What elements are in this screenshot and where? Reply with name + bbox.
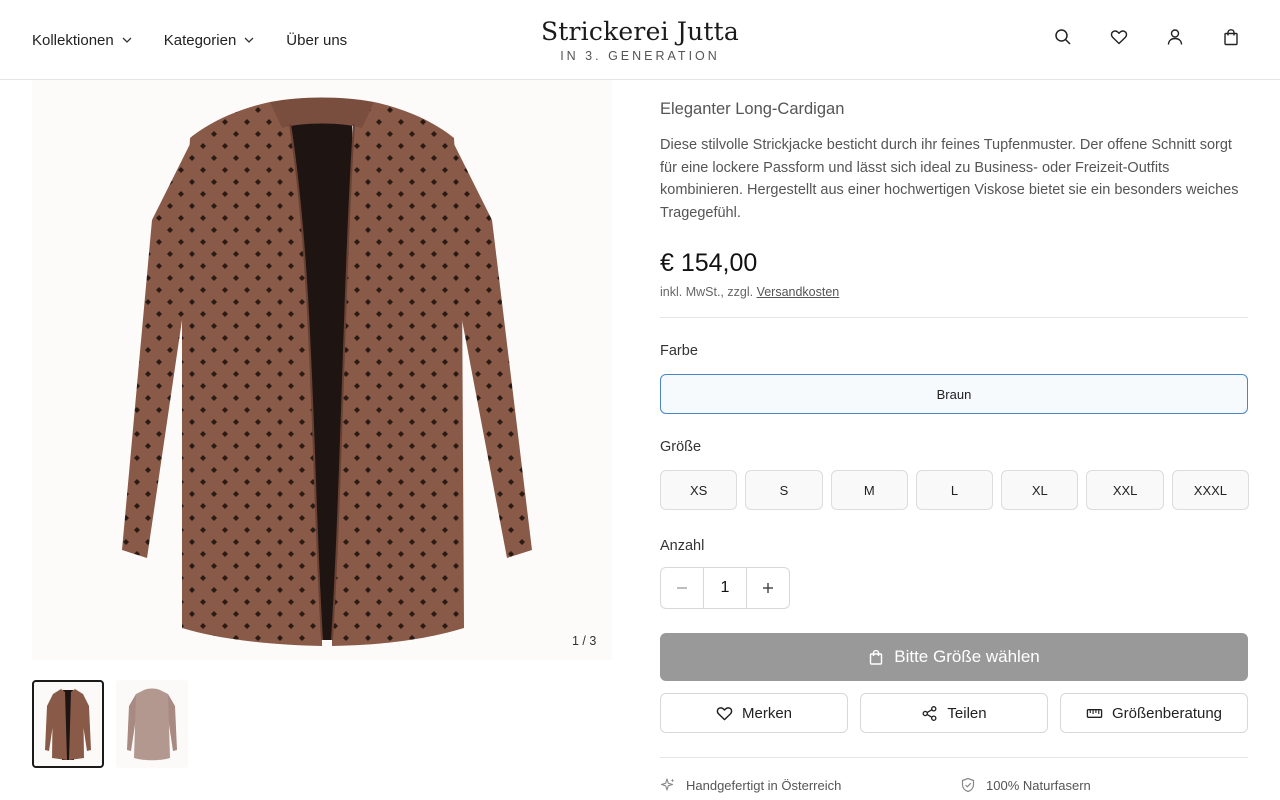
site-header: Kollektionen Kategorien Über uns Stricke… bbox=[0, 0, 1280, 80]
tax-note: inkl. MwSt., zzgl. Versandkosten bbox=[660, 285, 839, 299]
thumbnail-back[interactable] bbox=[116, 680, 188, 768]
chevron-down-icon bbox=[122, 37, 132, 43]
quantity-value[interactable]: 1 bbox=[703, 568, 747, 608]
ruler-icon bbox=[1086, 708, 1103, 718]
cardigan-back-thumbnail bbox=[127, 688, 177, 761]
divider bbox=[660, 317, 1248, 318]
feature-list: Handgefertigt in Österreich 100% Naturfa… bbox=[660, 777, 1091, 793]
cardigan-front-thumbnail bbox=[45, 689, 91, 760]
minus-icon bbox=[677, 587, 687, 589]
product-main-image[interactable] bbox=[32, 80, 612, 660]
logo-title: Strickerei Jutta bbox=[540, 17, 740, 46]
cta-label: Bitte Größe wählen bbox=[894, 647, 1040, 666]
size-option-xxl[interactable]: XXL bbox=[1086, 470, 1164, 510]
size-advice-button[interactable]: Größenberatung bbox=[1060, 693, 1248, 733]
size-advice-label: Größenberatung bbox=[1111, 704, 1223, 722]
bag-icon[interactable] bbox=[1222, 28, 1240, 46]
nav-label: Kategorien bbox=[163, 31, 237, 49]
size-option-m[interactable]: M bbox=[830, 470, 908, 510]
product-price: € 154,00 bbox=[660, 249, 758, 277]
size-label: Größe bbox=[660, 439, 702, 455]
product-subtitle: Eleganter Long-Cardigan bbox=[660, 100, 845, 118]
site-logo[interactable]: Strickerei Jutta IN 3. GENERATION bbox=[540, 18, 740, 64]
size-option-s[interactable]: S bbox=[745, 470, 823, 510]
gallery-counter: 1 / 3 bbox=[572, 634, 597, 648]
tax-prefix: inkl. MwSt., zzgl. bbox=[660, 285, 754, 299]
shipping-link[interactable]: Versandkosten bbox=[757, 285, 840, 299]
shield-check-icon bbox=[961, 777, 975, 793]
decrease-quantity-button[interactable] bbox=[661, 568, 703, 608]
chevron-down-icon bbox=[244, 37, 254, 43]
quantity-stepper: 1 bbox=[660, 567, 790, 609]
plus-icon bbox=[763, 583, 773, 593]
save-label: Merken bbox=[741, 704, 793, 722]
search-icon[interactable] bbox=[1054, 28, 1072, 46]
heart-icon[interactable] bbox=[1110, 28, 1128, 46]
cardigan-image bbox=[122, 97, 532, 646]
color-option-braun[interactable]: Braun bbox=[660, 374, 1248, 414]
header-icons bbox=[1054, 28, 1240, 46]
size-option-xxxl[interactable]: XXXL bbox=[1171, 470, 1250, 510]
thumbnail-front[interactable] bbox=[32, 680, 104, 768]
nav-ueber-uns[interactable]: Über uns bbox=[286, 32, 347, 49]
logo-subtitle: IN 3. GENERATION bbox=[560, 49, 720, 63]
product-description: Diese stilvolle Strickjacke besticht dur… bbox=[660, 137, 1239, 222]
add-to-cart-button[interactable]: Bitte Größe wählen bbox=[660, 633, 1248, 681]
feature-natural-fibres: 100% Naturfasern bbox=[960, 777, 1091, 793]
nav-label: Über uns bbox=[286, 31, 348, 49]
feature-label: 100% Naturfasern bbox=[986, 777, 1091, 793]
share-button[interactable]: Teilen bbox=[860, 693, 1048, 733]
size-option-xs[interactable]: XS bbox=[660, 470, 738, 510]
nav-kollektionen[interactable]: Kollektionen bbox=[32, 32, 134, 49]
heart-icon bbox=[716, 706, 733, 720]
main-nav: Kollektionen Kategorien Über uns bbox=[32, 0, 347, 80]
share-label: Teilen bbox=[947, 704, 987, 722]
bag-icon bbox=[870, 649, 883, 665]
sparkle-icon bbox=[660, 778, 675, 791]
increase-quantity-button[interactable] bbox=[747, 568, 789, 608]
nav-label: Kollektionen bbox=[32, 31, 114, 49]
size-option-xl[interactable]: XL bbox=[1001, 470, 1079, 510]
share-icon bbox=[922, 705, 937, 721]
size-options: XS S M L XL XXL XXXL bbox=[660, 470, 1250, 510]
size-option-l[interactable]: L bbox=[915, 470, 994, 510]
save-button[interactable]: Merken bbox=[660, 693, 848, 733]
nav-kategorien[interactable]: Kategorien bbox=[164, 32, 257, 49]
user-icon[interactable] bbox=[1166, 28, 1184, 46]
thumbnail-strip bbox=[32, 680, 188, 768]
secondary-actions: Merken Teilen Größenberatung bbox=[660, 693, 1248, 733]
divider bbox=[660, 757, 1248, 758]
quantity-label: Anzahl bbox=[660, 538, 705, 554]
feature-label: Handgefertigt in Österreich bbox=[686, 777, 842, 793]
color-label: Farbe bbox=[660, 343, 698, 359]
feature-handmade: Handgefertigt in Österreich bbox=[660, 777, 960, 793]
